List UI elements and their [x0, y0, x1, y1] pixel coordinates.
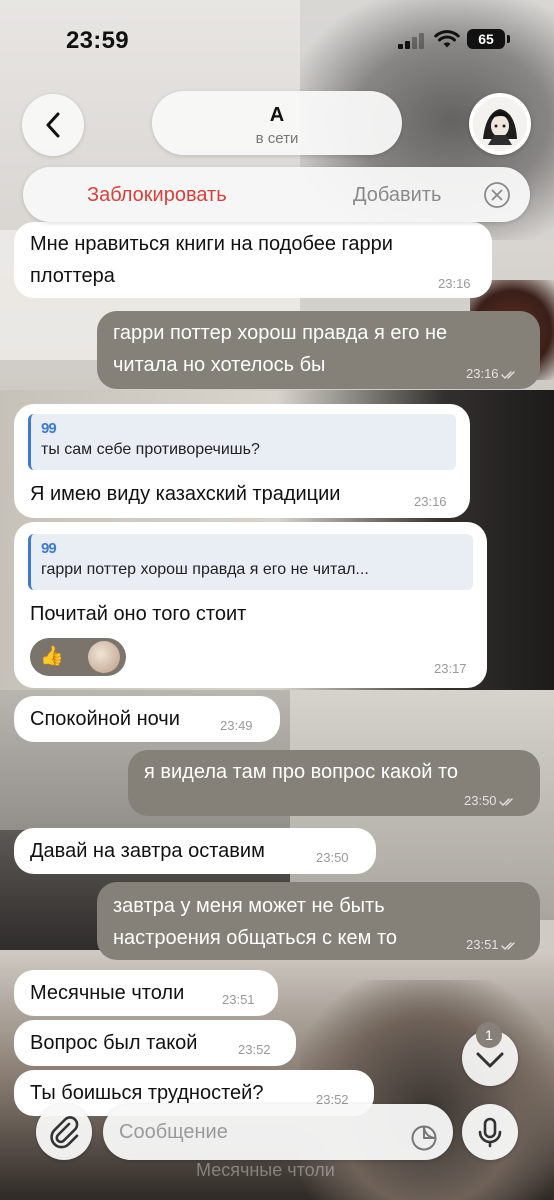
status-time: 23:59: [66, 27, 129, 54]
message-time-value: 23:16: [466, 366, 499, 381]
message-time: 23:49: [220, 718, 253, 733]
message-input-container[interactable]: [103, 1104, 453, 1160]
incoming-message[interactable]: Давай на завтра оставим 23:50: [14, 828, 376, 874]
contact-name: А: [269, 104, 285, 126]
chat-title[interactable]: А в сети: [152, 91, 402, 155]
double-check-icon: [500, 370, 515, 379]
reply-quote[interactable]: 99 гарри поттер хорош правда я его не чи…: [28, 534, 473, 590]
message-text: завтра у меня может не быть: [113, 895, 385, 917]
chevron-left-icon: [46, 112, 60, 138]
attach-button[interactable]: [36, 1104, 92, 1160]
battery-icon: 65: [467, 29, 510, 49]
message-time-value: 23:51: [466, 937, 499, 952]
sticker-icon[interactable]: [410, 1124, 438, 1152]
message-text: Месячные чтоли: [30, 982, 185, 1004]
incoming-message[interactable]: Спокойной ночи 23:49: [14, 696, 280, 742]
message-text: Мне нравиться книги на подобее гарри: [30, 233, 393, 255]
quote-icon: 99: [41, 540, 57, 557]
quote-icon: 99: [41, 420, 57, 437]
wifi-icon: [434, 30, 460, 48]
message-time: 23:51: [222, 992, 255, 1007]
message-input[interactable]: [119, 1104, 399, 1160]
microphone-icon: [478, 1117, 502, 1148]
outgoing-message[interactable]: я видела там про вопрос какой то 23:50: [128, 750, 540, 816]
contact-status: в сети: [255, 130, 299, 147]
message-time: 23:52: [238, 1042, 271, 1057]
message-time: 23:50: [464, 793, 517, 808]
message-time: 23:16: [438, 276, 471, 291]
message-text: гарри поттер хорош правда я его не: [113, 322, 448, 344]
chat-header: А в сети: [0, 88, 554, 158]
status-bar: 23:59 65: [0, 0, 554, 88]
incoming-message[interactable]: Вопрос был такой 23:52: [14, 1020, 296, 1066]
double-check-icon: [500, 941, 515, 950]
close-circle-icon[interactable]: [483, 181, 511, 209]
message-time-value: 23:50: [464, 793, 497, 808]
message-time: 23:17: [434, 661, 467, 676]
message-time: 23:16: [414, 494, 447, 509]
incoming-message[interactable]: Месячные чтоли 23:51: [14, 970, 278, 1016]
reactor-avatar: [88, 641, 120, 673]
message-text: Давай на завтра оставим: [30, 840, 265, 862]
double-check-icon: [498, 797, 513, 806]
message-text: плоттера: [30, 265, 115, 287]
incoming-message[interactable]: 99 гарри поттер хорош правда я его не чи…: [14, 522, 487, 688]
message-composer: [0, 1096, 554, 1200]
outgoing-message[interactable]: завтра у меня может не быть настроения о…: [97, 882, 540, 960]
message-text: настроения общаться с кем то: [113, 927, 398, 949]
avatar[interactable]: [469, 93, 531, 155]
voice-message-button[interactable]: [462, 1104, 518, 1160]
unknown-contact-bar: Заблокировать Добавить: [23, 167, 530, 222]
message-text: я видела там про вопрос какой то: [144, 761, 459, 783]
message-text: читала но хотелось бы: [113, 354, 326, 376]
reply-quote[interactable]: 99 ты сам себе противоречишь?: [28, 414, 456, 470]
message-time: 23:50: [316, 850, 349, 865]
message-time: 23:51: [466, 937, 519, 952]
block-button[interactable]: Заблокировать: [87, 184, 227, 207]
anime-avatar-icon: [473, 97, 527, 151]
message-time: 23:16: [466, 366, 519, 381]
unread-badge: 1: [476, 1022, 502, 1048]
quote-text: гарри поттер хорош правда я его не читал…: [41, 561, 369, 578]
message-text: Спокойной ночи: [30, 708, 180, 730]
incoming-message[interactable]: Мне нравиться книги на подобее гарри пло…: [14, 222, 492, 298]
quote-text: ты сам себе противоречишь?: [41, 441, 260, 458]
outgoing-message[interactable]: гарри поттер хорош правда я его не читал…: [97, 311, 540, 389]
message-text: Почитай оно того стоит: [30, 603, 247, 625]
battery-level: 65: [478, 31, 494, 47]
message-text: Я имею виду казахский традиции: [30, 483, 341, 505]
back-button[interactable]: [22, 94, 84, 156]
paperclip-icon: [50, 1116, 79, 1149]
add-contact-button[interactable]: Добавить: [353, 184, 441, 207]
message-text: Вопрос был такой: [30, 1032, 198, 1054]
incoming-message[interactable]: 99 ты сам себе противоречишь? Я имею вид…: [14, 404, 470, 518]
thumbs-up-icon: 👍: [40, 646, 64, 667]
cellular-signal-icon: [398, 33, 426, 49]
reaction-chip[interactable]: 👍: [30, 638, 126, 676]
